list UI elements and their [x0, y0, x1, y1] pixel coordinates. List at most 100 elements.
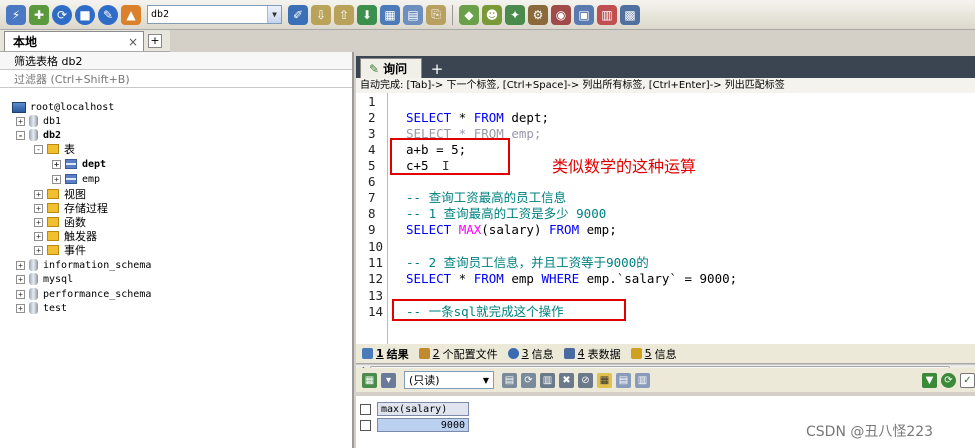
- folder-icon: [47, 189, 59, 199]
- table-icon: [65, 174, 77, 184]
- line-number: 6: [368, 174, 376, 189]
- tree-node-db2[interactable]: - db2: [16, 128, 61, 142]
- form-view-icon[interactable]: ▤: [616, 372, 631, 388]
- text-view-icon[interactable]: ▥: [635, 372, 650, 388]
- tree-node-tables[interactable]: - 表: [34, 142, 75, 156]
- schema-icon[interactable]: ▲: [121, 4, 141, 25]
- tree-node-information-schema[interactable]: + information_schema: [16, 258, 151, 272]
- delete-icon[interactable]: ✖: [559, 372, 574, 388]
- expand-icon[interactable]: +: [34, 245, 43, 255]
- report-icon[interactable]: ▣: [574, 4, 594, 25]
- tree-node-root[interactable]: root@localhost: [12, 100, 114, 114]
- tree-node-db1[interactable]: + db1: [16, 114, 61, 128]
- connect-icon[interactable]: ⚡: [6, 4, 26, 25]
- tree-node-events[interactable]: + 事件: [34, 243, 86, 257]
- tab-messages[interactable]: 3 信息: [507, 346, 554, 362]
- folder-icon: [47, 203, 59, 213]
- tab-label: 个配置文件: [442, 347, 498, 361]
- refresh-icon[interactable]: ⟳: [521, 372, 536, 388]
- export-icon[interactable]: ▥: [540, 372, 555, 388]
- tab-table-data[interactable]: 4 表数据: [563, 346, 621, 362]
- grid-view-icon[interactable]: ▦: [597, 372, 612, 388]
- add-connection-tab-button[interactable]: +: [148, 34, 162, 48]
- tools-icon[interactable]: ✎: [98, 4, 118, 25]
- refresh-icon[interactable]: ⟳: [52, 4, 72, 25]
- export-icon[interactable]: ⇧: [334, 4, 354, 25]
- expand-icon[interactable]: +: [34, 189, 43, 199]
- table-data-icon: [563, 348, 575, 359]
- chevron-down-icon: ▼: [267, 6, 281, 23]
- table-row[interactable]: 9000: [360, 418, 469, 432]
- tree-node-functions[interactable]: + 函数: [34, 215, 86, 229]
- database-select-value: db2: [151, 9, 170, 20]
- tree-node-mysql[interactable]: + mysql: [16, 272, 73, 286]
- tree-node-dept[interactable]: + dept: [52, 157, 106, 171]
- expand-icon[interactable]: +: [34, 231, 43, 241]
- monitor-icon[interactable]: ⚙: [528, 4, 548, 25]
- cancel-icon[interactable]: ⊘: [578, 372, 593, 388]
- import-icon[interactable]: ⇩: [311, 4, 331, 25]
- database-select[interactable]: db2 ▼: [147, 5, 282, 24]
- tab-query[interactable]: ✎ 询问: [360, 58, 422, 78]
- tree-node-triggers[interactable]: + 触发器: [34, 229, 97, 243]
- sql-editor[interactable]: 1 2 3 4 5 6 7 8 9 10 11 12 13 14 SELECT * FROM dept; …: [356, 93, 975, 375]
- checkbox-icon[interactable]: ✓: [960, 372, 975, 388]
- backup-icon[interactable]: ⬇: [357, 4, 377, 25]
- chart-icon[interactable]: ▥: [597, 4, 617, 25]
- filter-input[interactable]: 过滤器 (Ctrl+Shift+B): [0, 70, 352, 88]
- tree-node-procedures[interactable]: + 存储过程: [34, 201, 108, 215]
- add-row-icon[interactable]: ▦: [362, 372, 377, 388]
- select-all-checkbox[interactable]: [360, 403, 371, 415]
- tree-node-performance-schema[interactable]: + performance_schema: [16, 287, 151, 301]
- readonly-select[interactable]: (只读) ▼: [404, 371, 494, 389]
- tab-results[interactable]: 1 结果: [362, 346, 409, 362]
- expand-icon[interactable]: +: [16, 116, 25, 126]
- stop-icon[interactable]: ■: [75, 4, 95, 25]
- highlight-box-comment: [392, 299, 626, 321]
- tree-node-test[interactable]: + test: [16, 301, 67, 315]
- tree-node-views[interactable]: + 视图: [34, 187, 86, 201]
- watermark: CSDN @丑八怪223: [806, 424, 934, 440]
- tab-info[interactable]: 5 信息: [630, 346, 677, 362]
- expand-icon[interactable]: +: [34, 217, 43, 227]
- column-header[interactable]: max(salary): [377, 402, 469, 416]
- new-connection-icon[interactable]: ✚: [29, 4, 49, 25]
- expand-icon[interactable]: +: [16, 274, 25, 284]
- info-icon: [507, 348, 519, 359]
- sync-icon[interactable]: ◆: [459, 4, 479, 25]
- table-icon[interactable]: ▦: [380, 4, 400, 25]
- restore-icon[interactable]: ⎘: [426, 4, 446, 25]
- query-area: ✎ 询问 + 自动完成: [Tab]-> 下一个标签, [Ctrl+Space]…: [356, 52, 975, 448]
- line-number: 12: [368, 271, 384, 286]
- collapse-icon[interactable]: -: [34, 144, 43, 154]
- code-line-9: SELECT MAX(salary) FROM emp;: [406, 222, 617, 238]
- expand-icon[interactable]: +: [52, 174, 61, 184]
- expand-icon[interactable]: +: [16, 303, 25, 313]
- tab-profiles[interactable]: 2 个配置文件: [418, 346, 498, 362]
- tree-node-emp[interactable]: + emp: [52, 172, 100, 186]
- save-icon[interactable]: ▤: [502, 372, 517, 388]
- code-line-11: -- 2 查询员工信息，并且工资等于9000的: [406, 255, 649, 270]
- expand-icon[interactable]: +: [34, 203, 43, 213]
- expand-icon[interactable]: +: [16, 289, 25, 299]
- user-icon[interactable]: ☻: [482, 4, 502, 25]
- grid-icon[interactable]: ▤: [403, 4, 423, 25]
- grid-cell[interactable]: 9000: [377, 418, 469, 432]
- collapse-icon[interactable]: -: [16, 130, 25, 140]
- copy-row-icon[interactable]: ▾: [381, 372, 396, 388]
- schedule-icon[interactable]: ✦: [505, 4, 525, 25]
- code-token: FROM: [549, 222, 580, 237]
- expand-icon[interactable]: +: [16, 260, 25, 270]
- expand-icon[interactable]: +: [52, 159, 61, 169]
- code-token: WHERE: [541, 271, 580, 286]
- filter-icon[interactable]: ▼: [922, 372, 937, 388]
- row-checkbox[interactable]: [360, 419, 371, 431]
- analyzer-icon[interactable]: ◉: [551, 4, 571, 25]
- add-query-tab-button[interactable]: +: [428, 60, 446, 78]
- layout-icon[interactable]: ▩: [620, 4, 640, 25]
- query-icon[interactable]: ✐: [288, 4, 308, 25]
- tab-local[interactable]: 本地 ×: [4, 31, 144, 51]
- code-line-2: SELECT * FROM dept;: [406, 110, 549, 126]
- reload-icon[interactable]: ⟳: [941, 372, 956, 388]
- close-icon[interactable]: ×: [128, 35, 138, 49]
